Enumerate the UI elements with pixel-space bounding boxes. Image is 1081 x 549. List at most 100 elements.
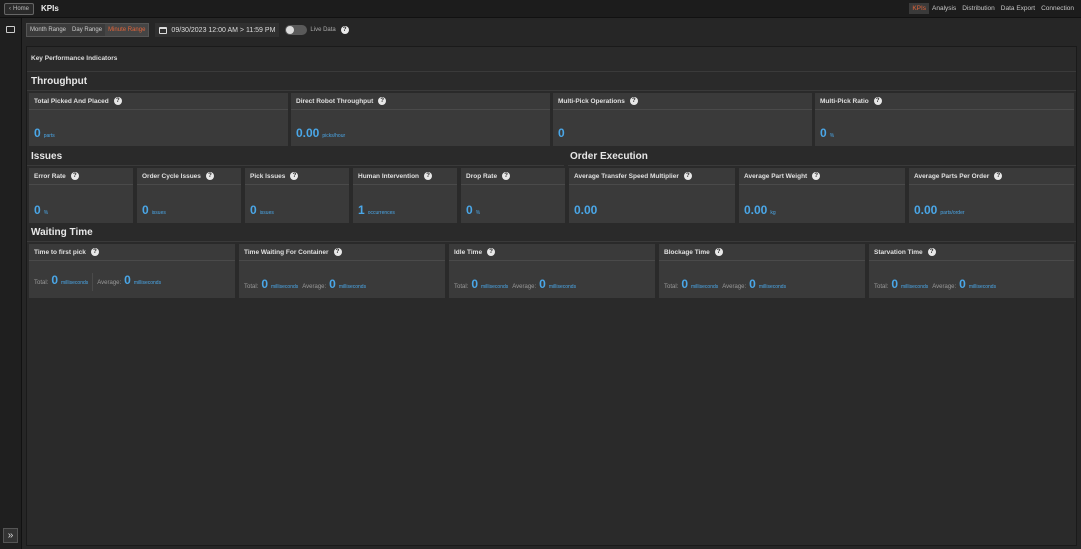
help-icon[interactable]: ? [424,172,433,180]
card-label: Order Cycle Issues [142,172,201,180]
unit-text: % [829,133,835,139]
help-icon[interactable]: ? [70,172,79,180]
average-value: 0 [124,273,131,287]
total-label: Total: [874,284,889,290]
average-value: 0 [539,277,546,291]
value-text: 0.00 [574,203,598,217]
card-value: 0.00 kg [744,203,776,217]
divider [27,71,1076,72]
card-label: Total Picked And Placed [34,97,109,105]
unit-text: milliseconds [968,284,997,290]
unit-text: parts [43,133,55,139]
card-value: 1 occurrences [358,203,395,217]
card-header: Order Cycle Issues? [137,168,241,185]
card-label: Error Rate [34,172,66,180]
value-text: 0 [142,203,149,217]
help-icon[interactable]: ? [502,172,511,180]
value-text: 1 [358,203,365,217]
total-value: 0 [471,277,479,291]
card-label: Time Waiting For Container [244,248,329,256]
unit-text: kg [770,210,776,216]
help-icon[interactable]: ? [487,248,496,256]
nav-connection[interactable]: Connection [1038,3,1077,14]
card-value: 0 [558,126,568,140]
double-chevron-right-icon: » [7,530,14,541]
unit-text: milliseconds [901,284,929,290]
card-value: 0% [466,203,480,217]
expand-sidebar-button[interactable]: » [3,528,18,543]
month-range-button[interactable]: Month Range [27,24,69,36]
help-icon[interactable]: ? [113,97,122,105]
total-label: Total: [34,280,49,286]
live-data-toggle[interactable] [285,25,308,35]
unit-text: % [43,210,49,216]
value-text: 0 [820,126,827,140]
window-icon[interactable] [6,26,15,33]
value-text: 0 [250,203,257,217]
help-icon[interactable]: ? [90,248,99,256]
value-text: 0 [34,203,41,217]
kpi-card-direct-robot-throughput: Direct Robot Throughput? 0.00 picks/hour [290,92,551,147]
divider [27,90,1076,91]
nav-distribution[interactable]: Distribution [959,3,998,14]
minute-range-button[interactable]: Minute Range [105,24,149,36]
card-header: Multi-Pick Ratio? [815,93,1074,110]
help-icon[interactable]: ? [378,97,387,105]
help-icon[interactable]: ? [994,172,1003,180]
card-value: 0.00 parts/order [914,203,965,217]
help-icon[interactable]: ? [714,248,723,256]
value-text: 0 [466,203,473,217]
wait-values: Total: 0 milliseconds Average: 0 millisecond… [34,273,165,291]
card-label: Multi-Pick Operations [558,97,625,105]
total-label: Total: [664,284,679,290]
unit-text: picks/hour [322,133,346,139]
value-text: 0.00 [744,203,768,217]
help-icon[interactable]: ? [683,172,692,180]
help-icon[interactable]: ? [927,248,936,256]
section-title-issues: Issues [31,151,63,162]
live-data-label: Live Data [310,27,336,33]
home-button[interactable]: ‹ Home [4,2,35,15]
total-label: Total: [244,284,259,290]
card-header: Average Transfer Speed Multiplier? [569,168,735,185]
divider [27,241,1076,242]
nav-analysis[interactable]: Analysis [929,3,959,14]
top-nav: KPIs Analysis Distribution Data Export C… [909,3,1077,14]
card-label: Starvation Time [874,248,923,256]
card-header: Time to first pick? [29,244,235,261]
card-header: Direct Robot Throughput? [291,93,550,110]
help-icon[interactable]: ? [205,172,214,180]
day-range-button[interactable]: Day Range [69,24,105,36]
card-value: 0.00 picks/hour [296,126,345,140]
help-icon[interactable]: ? [873,97,882,105]
help-icon[interactable]: ? [812,172,821,180]
help-icon[interactable]: ? [290,172,299,180]
card-header: Average Parts Per Order? [909,168,1074,185]
total-value: 0 [891,277,899,291]
kpi-card-pick-issues: Pick Issues? 0 issues [244,167,350,224]
card-value: 0 issues [142,203,166,217]
help-icon[interactable]: ? [340,26,349,34]
unit-text: issues [259,210,274,216]
kpi-card-avg-part-weight: Average Part Weight? 0.00 kg [738,167,906,224]
date-range-picker[interactable]: 09/30/2023 12:00 AM > 11:59 PM [155,23,280,37]
average-label: Average: [722,284,747,290]
kpi-card-total-picked: Total Picked And Placed? 0 parts [28,92,289,147]
value-text: 0.00 [296,126,320,140]
value-text: 0.00 [914,203,938,217]
card-label: Time to first pick [34,248,86,256]
total-value: 0 [51,273,59,287]
card-value: 0 issues [250,203,274,217]
card-header: Error Rate? [29,168,133,185]
kpi-card-error-rate: Error Rate? 0% [28,167,134,224]
unit-text: milliseconds [758,284,787,290]
value-text: 0 [558,126,565,140]
help-icon[interactable]: ? [629,97,638,105]
card-header: Human Intervention? [353,168,457,185]
help-icon[interactable]: ? [333,248,342,256]
top-bar: ‹ Home KPIs KPIs Analysis Distribution D… [0,0,1081,18]
nav-data-export[interactable]: Data Export [998,3,1038,14]
nav-kpis[interactable]: KPIs [909,3,930,14]
divider [568,165,1076,166]
card-header: Starvation Time? [869,244,1074,261]
